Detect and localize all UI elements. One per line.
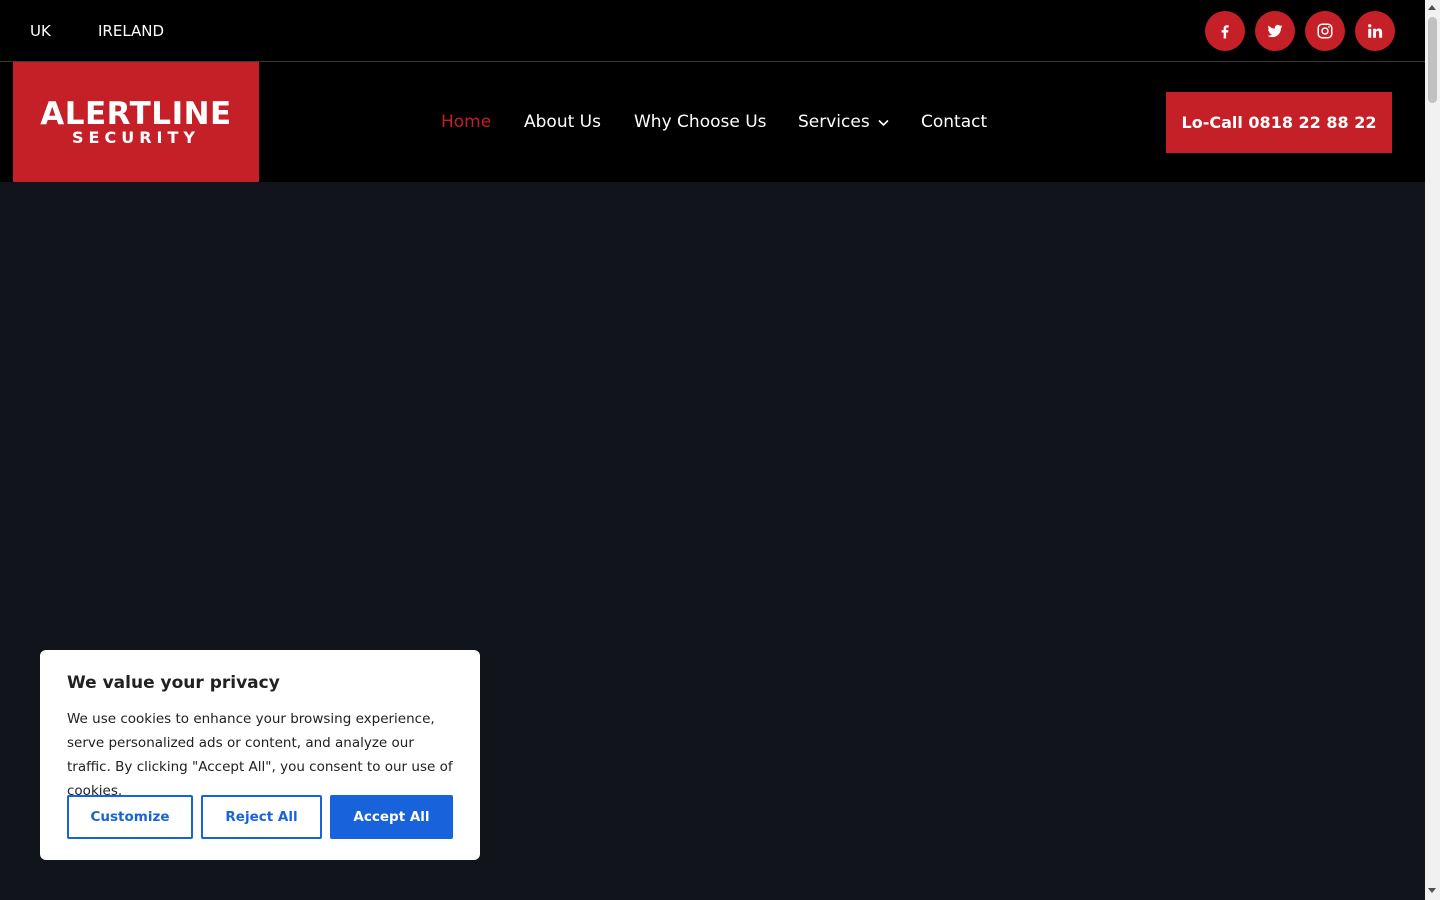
logo-wordmark: ALERTLINE [40, 95, 232, 132]
cookie-title: We value your privacy [67, 673, 280, 693]
top-bar: UK IRELAND [0, 0, 1425, 62]
twitter-icon [1266, 22, 1284, 40]
facebook-button[interactable] [1205, 11, 1245, 51]
cookie-description: We use cookies to enhance your browsing … [67, 711, 453, 799]
region-link-ireland[interactable]: IRELAND [98, 22, 164, 40]
linkedin-button[interactable] [1355, 11, 1395, 51]
scroll-down-arrow-icon[interactable] [1428, 888, 1436, 893]
nav-about-us[interactable]: About Us [524, 111, 601, 133]
facebook-icon [1216, 22, 1234, 40]
nav-contact[interactable]: Contact [921, 111, 987, 133]
nav-home[interactable]: Home [441, 111, 491, 133]
accept-all-button[interactable]: Accept All [330, 795, 453, 839]
scrollbar-thumb[interactable] [1428, 17, 1437, 103]
twitter-button[interactable] [1255, 11, 1295, 51]
main-header: ALERTLINE SECURITY Home About Us Why Cho… [0, 62, 1425, 182]
call-button[interactable]: Lo-Call 0818 22 88 22 [1166, 92, 1392, 153]
nav-why-choose-us[interactable]: Why Choose Us [634, 111, 767, 133]
instagram-icon [1316, 22, 1334, 40]
cookie-consent-banner: We value your privacy We use cookies to … [40, 650, 480, 860]
logo[interactable]: ALERTLINE SECURITY [13, 62, 259, 182]
nav-services-label: Services [798, 112, 870, 132]
linkedin-icon [1366, 22, 1384, 40]
region-link-uk[interactable]: UK [30, 22, 51, 40]
scroll-up-arrow-icon[interactable] [1428, 5, 1436, 10]
reject-all-button[interactable]: Reject All [201, 795, 322, 839]
customize-button[interactable]: Customize [67, 795, 193, 839]
instagram-button[interactable] [1305, 11, 1345, 51]
logo-subtitle: SECURITY [72, 127, 200, 147]
nav-services[interactable]: Services [798, 111, 889, 133]
scrollbar[interactable] [1425, 0, 1440, 900]
chevron-down-icon [878, 111, 889, 133]
